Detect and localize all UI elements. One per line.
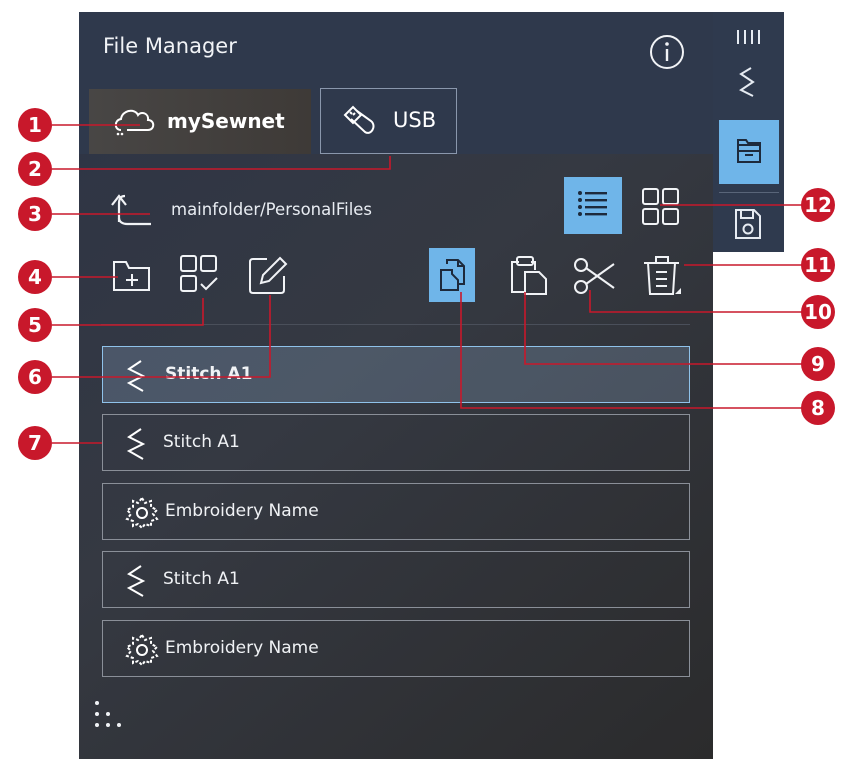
callout-5: 5 [18,308,52,342]
callout-9: 9 [801,347,835,381]
callout-1: 1 [18,108,52,142]
callout-2: 2 [18,152,52,186]
callout-lines [52,124,813,444]
callout-3: 3 [18,197,52,231]
callout-4: 4 [18,260,52,294]
callout-10: 10 [801,295,835,329]
callout-6: 6 [18,360,52,394]
callout-7: 7 [18,426,52,460]
callout-12: 12 [801,188,835,222]
callout-11: 11 [801,248,835,282]
callout-8: 8 [801,391,835,425]
